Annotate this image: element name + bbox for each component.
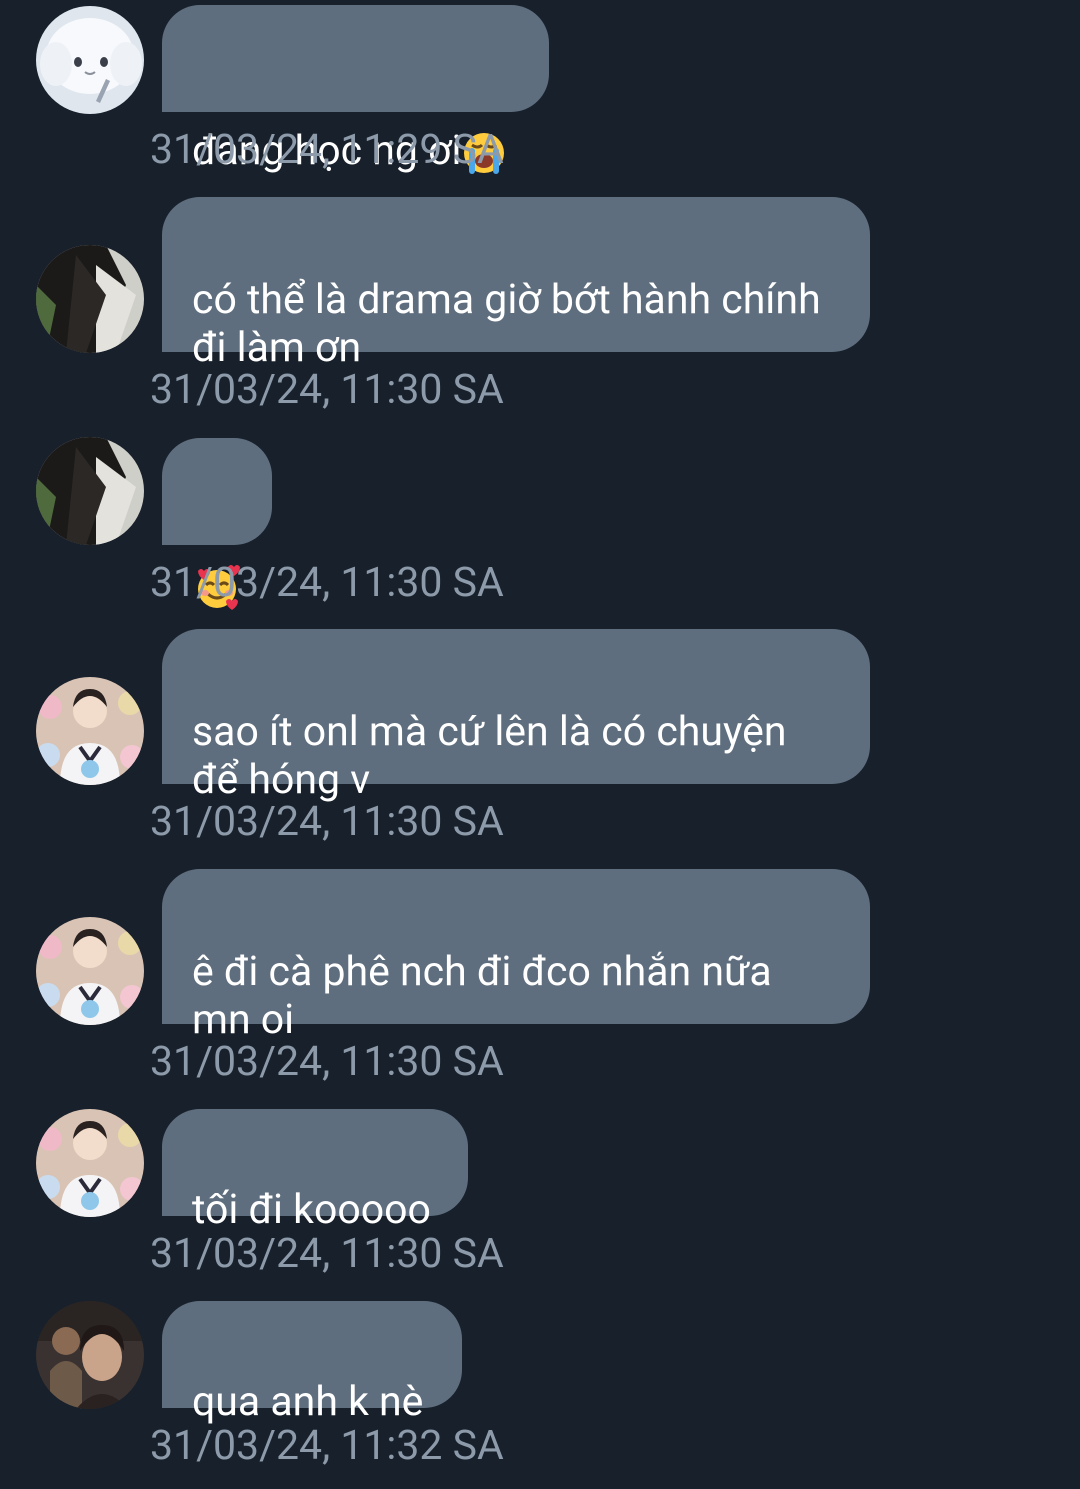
message-bubble[interactable]: đang học ng ơi (162, 5, 549, 175)
message-item: đang học ng ơi 31/03/24, 11:29 SA (0, 0, 1080, 180)
man-with-plushies-avatar[interactable] (36, 677, 144, 785)
dark-photo-avatar[interactable] (36, 245, 144, 353)
message-text: ê đi cà phê nch đi đco nhắn nữa mn oi (192, 948, 772, 1044)
message-item: có thể là drama giờ bớt hành chính đi là… (0, 196, 1080, 416)
message-item: 31/03/24, 11:30 SA (0, 437, 1080, 610)
message-bubble[interactable]: qua anh k nè (162, 1301, 462, 1426)
message-timestamp: 31/03/24, 11:29 SA (150, 126, 504, 174)
message-text: qua anh k nè (192, 1378, 424, 1426)
message-item: qua anh k nè 31/03/24, 11:32 SA (0, 1300, 1080, 1470)
man-portrait-avatar[interactable] (36, 1301, 144, 1409)
message-timestamp: 31/03/24, 11:30 SA (150, 366, 504, 414)
white-plush-avatar[interactable] (36, 6, 144, 114)
message-timestamp: 31/03/24, 11:30 SA (150, 559, 504, 607)
message-item: sao ít onl mà cứ lên là có chuyện để hón… (0, 628, 1080, 848)
man-with-plushies-avatar[interactable] (36, 1109, 144, 1217)
message-text: sao ít onl mà cứ lên là có chuyện để hón… (192, 708, 787, 804)
message-bubble[interactable]: có thể là drama giờ bớt hành chính đi là… (162, 197, 870, 372)
message-timestamp: 31/03/24, 11:32 SA (150, 1422, 504, 1470)
message-timestamp: 31/03/24, 11:30 SA (150, 1038, 504, 1086)
message-item: ê đi cà phê nch đi đco nhắn nữa mn oi 31… (0, 868, 1080, 1088)
dark-photo-avatar[interactable] (36, 437, 144, 545)
message-item: tối đi kooooo 31/03/24, 11:30 SA (0, 1108, 1080, 1278)
man-with-plushies-avatar[interactable] (36, 917, 144, 1025)
message-text: tối đi kooooo (192, 1186, 431, 1234)
message-text: có thể là drama giờ bớt hành chính đi là… (192, 276, 821, 372)
message-bubble[interactable]: sao ít onl mà cứ lên là có chuyện để hón… (162, 629, 870, 804)
message-timestamp: 31/03/24, 11:30 SA (150, 1230, 504, 1278)
message-bubble[interactable] (162, 438, 272, 610)
message-timestamp: 31/03/24, 11:30 SA (150, 798, 504, 846)
message-bubble[interactable]: tối đi kooooo (162, 1109, 468, 1234)
message-bubble[interactable]: ê đi cà phê nch đi đco nhắn nữa mn oi (162, 869, 870, 1044)
